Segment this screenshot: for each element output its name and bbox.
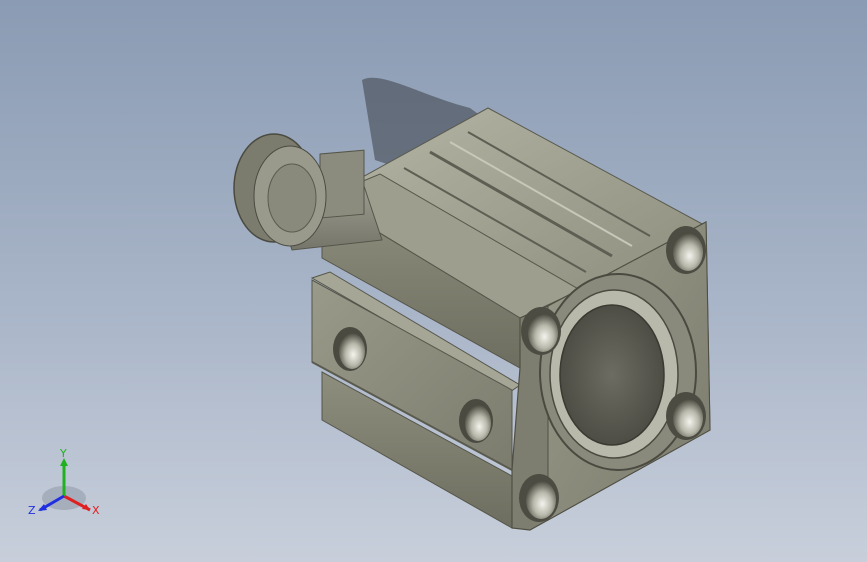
- triad-y-label: Y: [59, 448, 67, 460]
- cylinder-model[interactable]: [0, 0, 867, 562]
- triad-x-label: X: [92, 504, 100, 517]
- reference-triad: X Y Z: [28, 448, 100, 517]
- piston-bore: [539, 273, 697, 471]
- rod-end-flange: [233, 133, 327, 247]
- graphics-viewport[interactable]: X Y Z: [0, 0, 867, 562]
- front-hole-top-right: [666, 226, 706, 274]
- side-mounting-hole-1: [333, 327, 367, 371]
- front-hole-bottom-left: [519, 474, 559, 522]
- side-mounting-hole-2: [459, 399, 493, 443]
- front-hole-bottom-right: [666, 392, 706, 440]
- front-hole-top-left: [521, 307, 561, 355]
- triad-z-label: Z: [28, 504, 36, 517]
